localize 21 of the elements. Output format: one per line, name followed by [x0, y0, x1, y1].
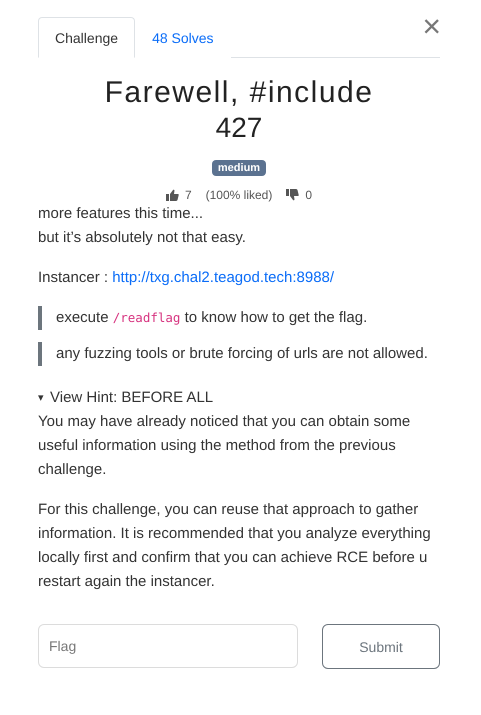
thumbs-up-icon[interactable] — [166, 189, 179, 201]
flag-field[interactable]: Flag — [38, 624, 298, 668]
submit-button[interactable]: Submit — [322, 624, 440, 669]
instancer-text: Instancer : http://txg.chal2.teagod.tech:8988/ — [38, 268, 336, 288]
dislikes-count: 0 — [305, 188, 312, 202]
note-quote: execute /readflag to know how to get the flag. — [38, 306, 440, 330]
points-value: 427 — [214, 112, 264, 144]
note-quote: any fuzzing tools or brute forcing of urls are not allowed. — [38, 342, 440, 366]
thumbs-down-icon[interactable] — [286, 189, 300, 201]
hint-toggle[interactable]: ▾ View Hint: BEFORE ALL — [38, 386, 214, 410]
challenge-title: Farewell, #include — [104, 76, 374, 110]
description-line: more features this time... — [38, 204, 204, 224]
hint-text: For this challenge, you can reuse that approach to gather information. It is recommended that you analyze everything locally first and confirm that you can achieve RCE before u restart again the instancer. — [38, 500, 432, 592]
tab[interactable]: Challenge — [38, 17, 136, 58]
hint-text: You may have already noticed that you can obtain some useful information using the method from the previous challenge. — [38, 412, 412, 480]
close-button[interactable]: × — [422, 10, 441, 42]
difficulty-tag: medium — [212, 160, 266, 176]
liked-ratio: (100% liked) — [206, 188, 272, 202]
likes-count: 7 — [184, 188, 192, 202]
instancer-link[interactable]: http://txg.chal2.teagod.tech:8988/ — [112, 269, 334, 286]
description-line: but it’s absolutely not that easy. — [38, 228, 247, 248]
